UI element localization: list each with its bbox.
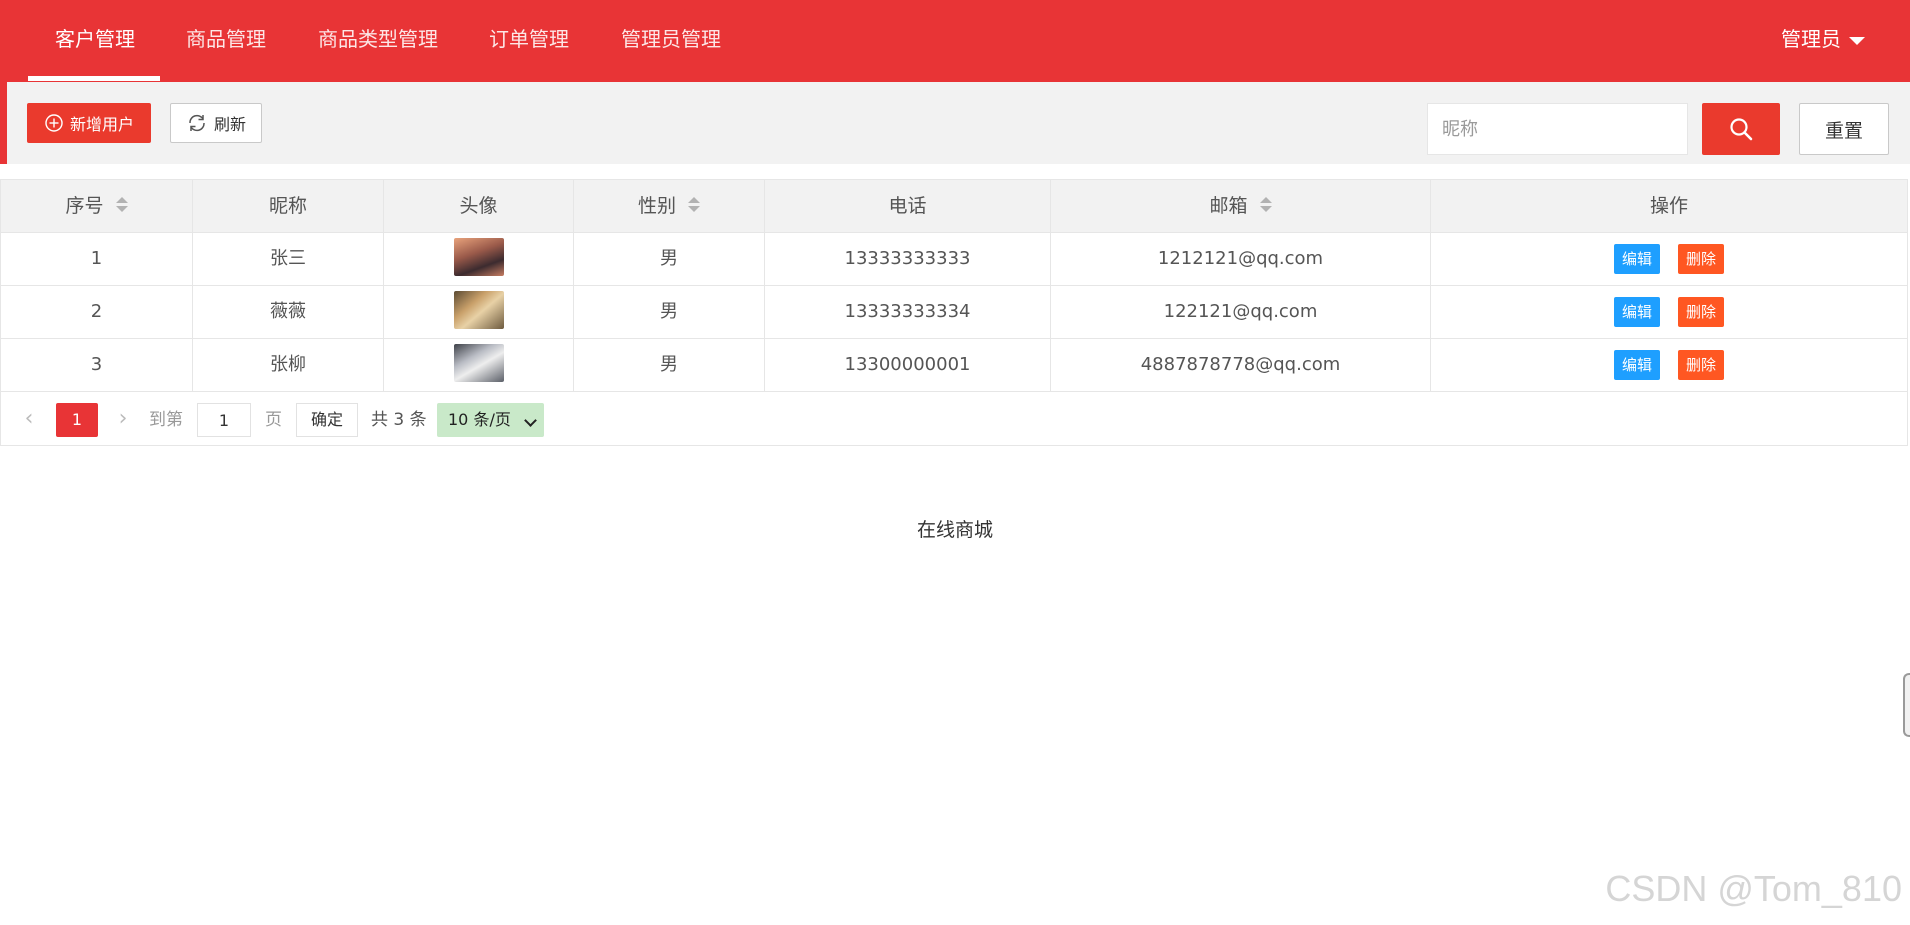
add-user-button[interactable]: 新增用户 (27, 103, 151, 143)
cell-id: 3 (1, 339, 193, 391)
refresh-label: 刷新 (213, 115, 246, 134)
goto-suffix-label: 页 (265, 410, 282, 430)
edit-button[interactable]: 编辑 (1614, 297, 1660, 327)
add-user-label: 新增用户 (69, 115, 134, 134)
toolbar-accent-bar (0, 82, 7, 164)
top-nav-bar: 客户管理 商品管理 商品类型管理 订单管理 管理员管理 管理员 (0, 0, 1910, 82)
column-header-email[interactable]: 邮箱 (1051, 180, 1431, 232)
avatar (453, 238, 504, 276)
column-header-label: 序号 (65, 195, 104, 217)
table-header: 序号 昵称 头像 性别 电话 邮箱 操作 (1, 180, 1907, 233)
column-header-id[interactable]: 序号 (1, 180, 193, 232)
search-button[interactable] (1702, 103, 1780, 155)
active-tab-indicator (28, 76, 160, 81)
goto-prefix-label: 到第 (149, 410, 183, 430)
reset-button[interactable]: 重置 (1799, 103, 1889, 155)
next-page-icon[interactable]: › (113, 404, 133, 434)
goto-page-input[interactable] (197, 403, 251, 437)
sort-icon[interactable] (115, 196, 128, 214)
cell-nickname: 薇薇 (193, 286, 384, 338)
nav-tab-product-types[interactable]: 商品类型管理 (318, 0, 438, 82)
cell-avatar (384, 339, 574, 391)
column-header-label: 操作 (1649, 195, 1688, 217)
footer-site-name: 在线商城 (916, 519, 993, 541)
plus-circle-icon (45, 114, 63, 132)
column-header-label: 性别 (637, 195, 676, 217)
column-header-avatar: 头像 (384, 180, 574, 232)
refresh-button[interactable]: 刷新 (170, 103, 262, 143)
nav-tab-customer[interactable]: 客户管理 (55, 0, 135, 82)
sort-icon[interactable] (688, 196, 700, 214)
side-drawer-handle[interactable] (1903, 673, 1910, 737)
cell-avatar (384, 286, 574, 338)
cell-nickname: 张三 (193, 233, 384, 285)
edit-button[interactable]: 编辑 (1614, 350, 1660, 380)
cell-actions: 编辑 删除 (1431, 233, 1907, 285)
cell-avatar (384, 233, 574, 285)
cell-email: 4887878778@qq.com (1051, 339, 1431, 391)
page-size-value: 10 条/页 (448, 410, 511, 429)
table-row: 2 薇薇 男 13333333334 122121@qq.com 编辑 删除 (1, 286, 1907, 339)
customer-table: 序号 昵称 头像 性别 电话 邮箱 操作 1 张三 男 13333333333 … (0, 179, 1908, 446)
cell-id: 2 (1, 286, 193, 338)
chevron-down-icon (524, 414, 537, 427)
cell-nickname: 张柳 (193, 339, 384, 391)
column-header-gender[interactable]: 性别 (574, 180, 765, 232)
delete-button[interactable]: 删除 (1678, 350, 1724, 380)
nav-tab-orders[interactable]: 订单管理 (489, 0, 569, 82)
cell-gender: 男 (574, 339, 765, 391)
cell-email: 122121@qq.com (1051, 286, 1431, 338)
cell-actions: 编辑 删除 (1431, 286, 1907, 338)
delete-button[interactable]: 删除 (1678, 297, 1724, 327)
table-row: 3 张柳 男 13300000001 4887878778@qq.com 编辑删… (1, 339, 1907, 392)
column-header-label: 头像 (459, 195, 498, 217)
nav-tab-admins[interactable]: 管理员管理 (621, 0, 721, 82)
cell-gender: 男 (574, 233, 765, 285)
cell-id: 1 (1, 233, 193, 285)
cell-actions: 编辑 删除 (1431, 339, 1907, 391)
page-button-current[interactable]: 1 (56, 403, 98, 437)
cell-phone: 13300000001 (765, 339, 1051, 391)
page-size-select[interactable]: 10 条/页 (437, 403, 544, 437)
avatar (453, 291, 504, 329)
total-count-label: 共 3 条 (371, 410, 427, 430)
table-row: 1 张三 男 13333333333 1212121@qq.com 编辑 删除 (1, 233, 1907, 286)
search-icon (1730, 118, 1753, 141)
nav-tab-products[interactable]: 商品管理 (186, 0, 266, 82)
watermark-text: CSDN @Tom_810 (1605, 868, 1902, 909)
column-header-actions: 操作 (1431, 180, 1907, 232)
column-header-label: 电话 (888, 195, 927, 217)
column-header-phone: 电话 (765, 180, 1051, 232)
column-header-nickname: 昵称 (193, 180, 384, 232)
user-menu-label: 管理员 (1781, 27, 1841, 51)
pagination: ‹ 1 › 到第 页 确定 共 3 条 10 条/页 (1, 394, 1907, 446)
prev-page-icon[interactable]: ‹ (19, 404, 39, 434)
nickname-search-input[interactable] (1427, 103, 1688, 155)
caret-down-icon (1849, 36, 1865, 45)
cell-email: 1212121@qq.com (1051, 233, 1431, 285)
column-header-label: 昵称 (268, 195, 307, 217)
column-header-label: 邮箱 (1209, 195, 1248, 217)
goto-confirm-button[interactable]: 确定 (296, 403, 358, 437)
sort-icon[interactable] (1259, 196, 1272, 214)
user-menu[interactable]: 管理员 (1781, 0, 1865, 82)
cell-gender: 男 (574, 286, 765, 338)
delete-button[interactable]: 删除 (1678, 244, 1724, 274)
edit-button[interactable]: 编辑 (1614, 244, 1660, 274)
cell-phone: 13333333333 (765, 233, 1051, 285)
cell-phone: 13333333334 (765, 286, 1051, 338)
avatar (453, 344, 504, 382)
refresh-icon (189, 114, 205, 132)
